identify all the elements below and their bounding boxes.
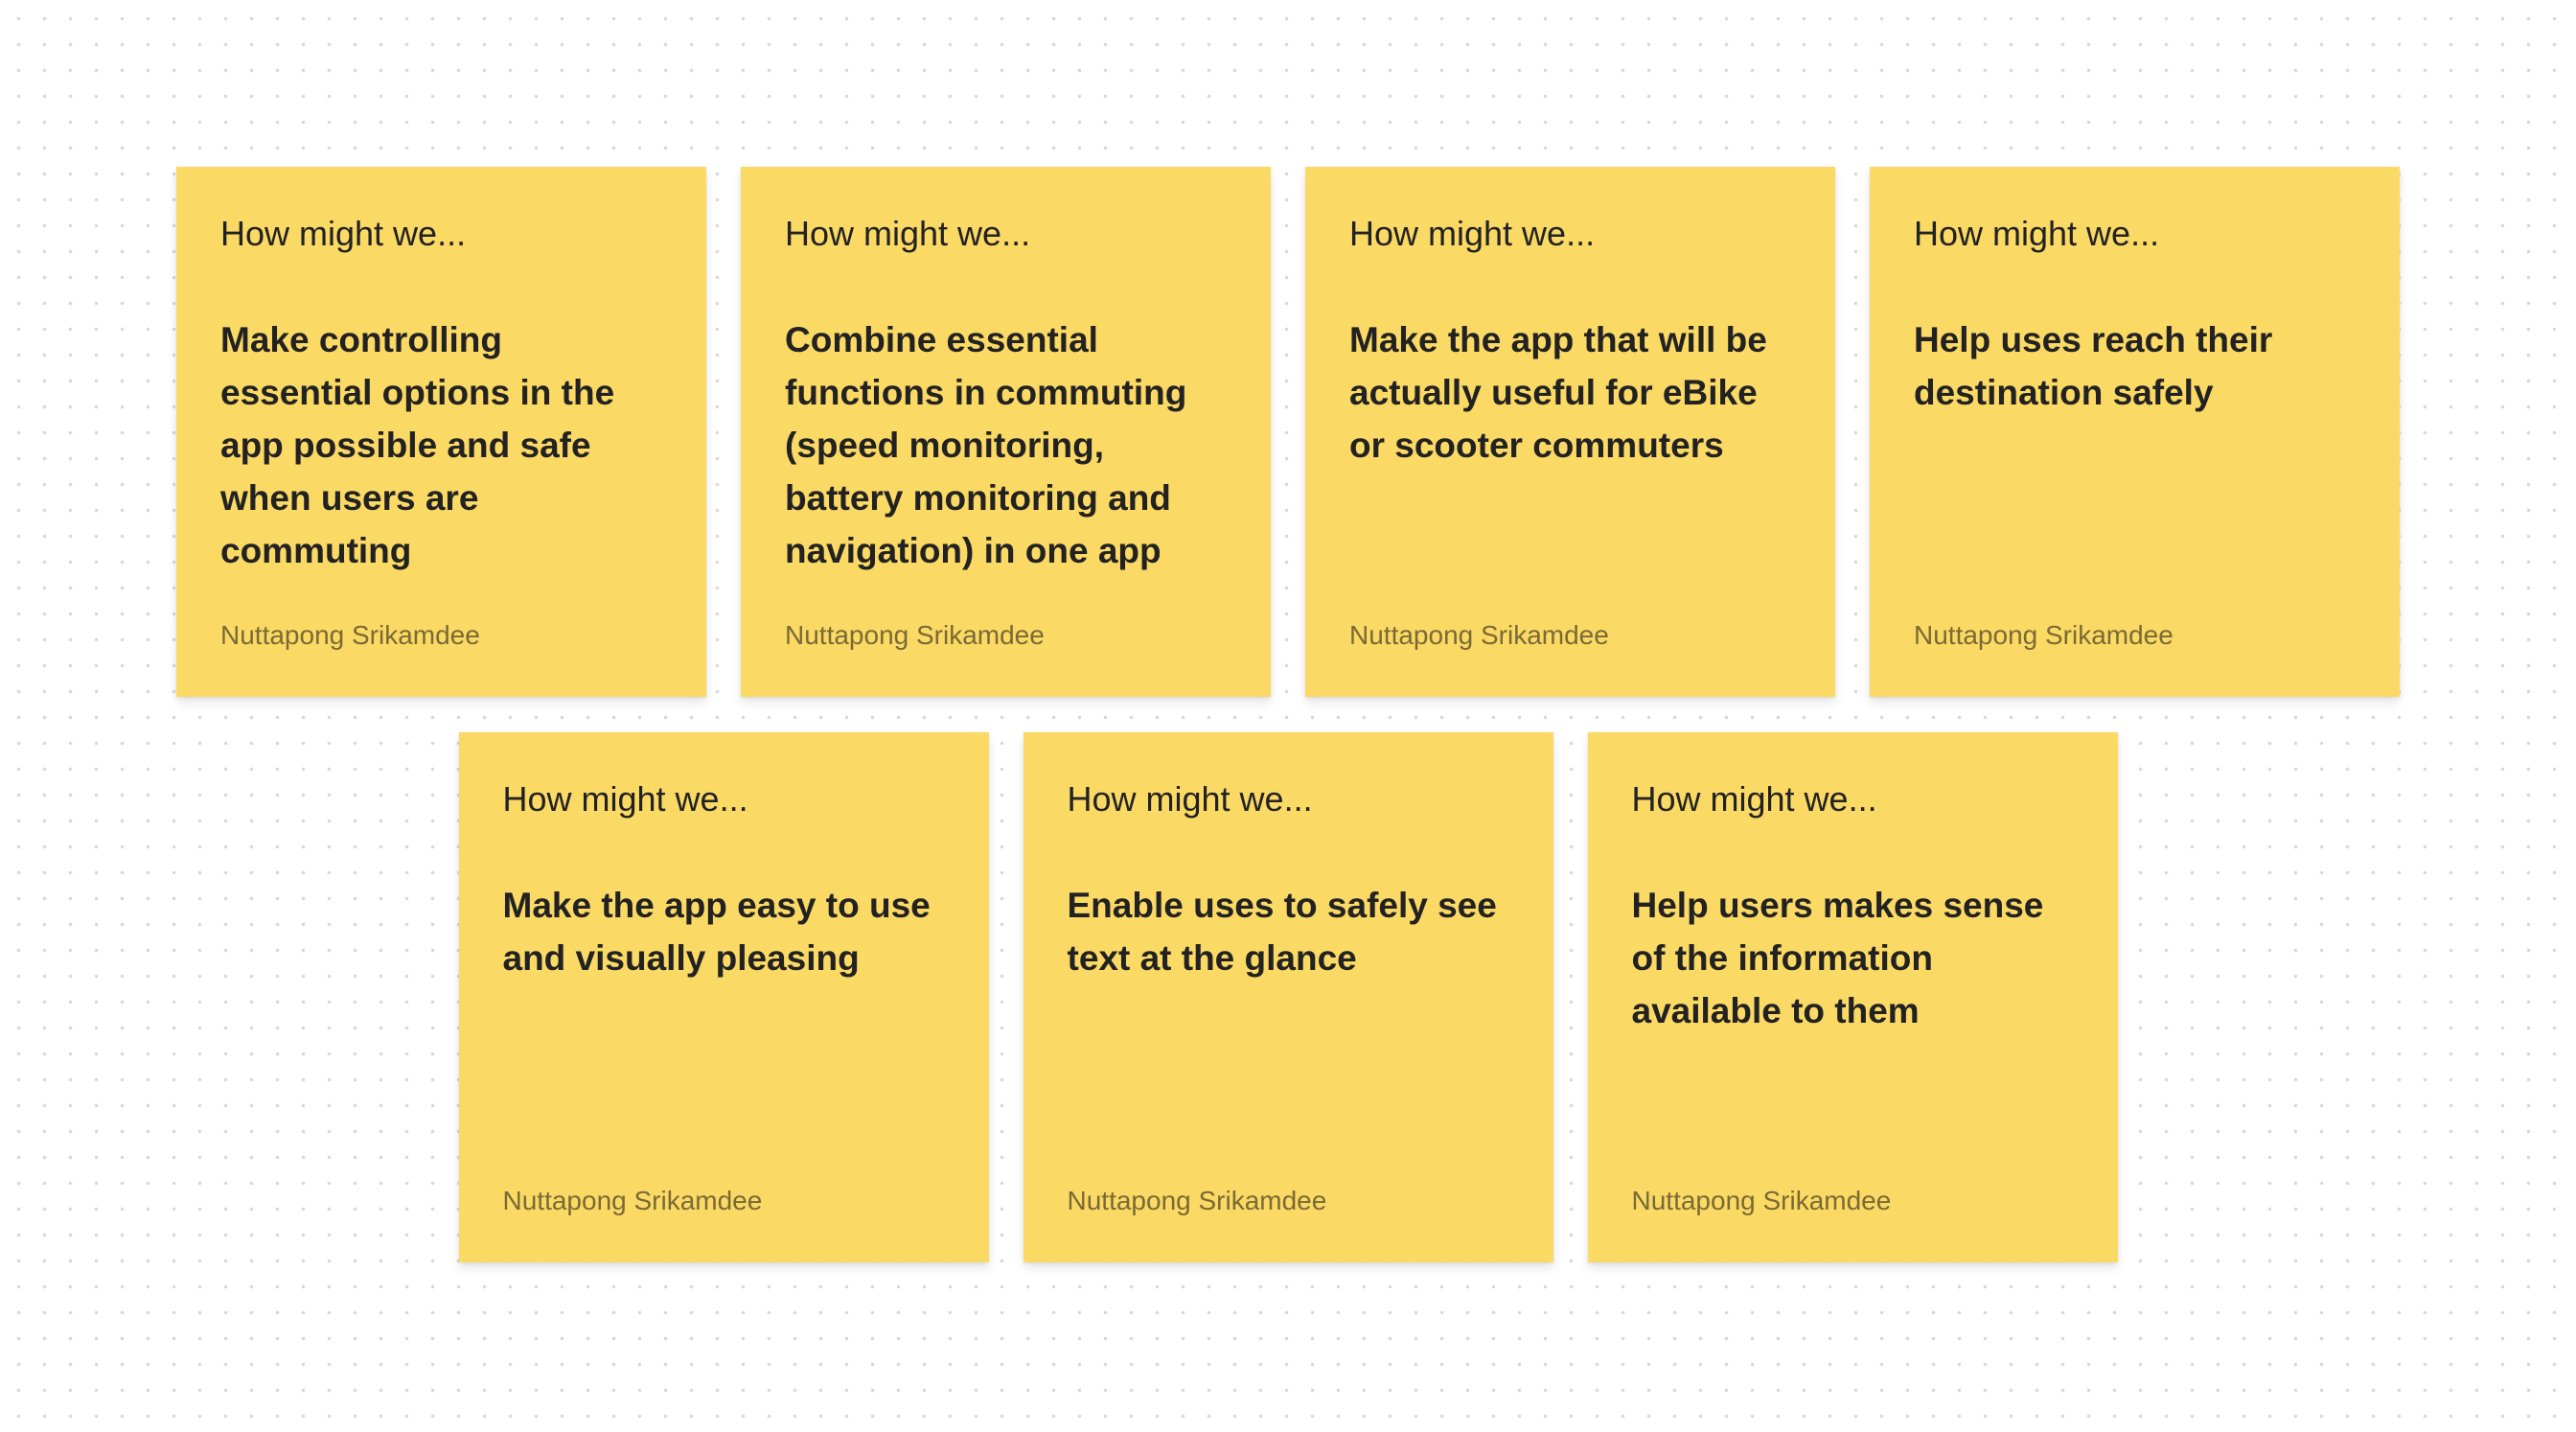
note-text: Help users makes sense of the informatio…	[1631, 886, 2044, 1031]
note-prompt: How might we...	[502, 779, 748, 819]
note-author: Nuttapong Srikamdee	[785, 620, 1045, 650]
note-prompt: How might we...	[785, 214, 1031, 253]
note-author: Nuttapong Srikamdee	[1631, 1186, 1892, 1215]
sticky-row-1: How might we... Make controlling essenti…	[0, 167, 2576, 697]
sticky-note[interactable]: How might we... Help users makes sense o…	[1587, 732, 2118, 1262]
sticky-note[interactable]: How might we... Make the app that will b…	[1305, 167, 1835, 697]
note-text: Make controlling essential options in th…	[220, 320, 615, 571]
sticky-row-2: How might we... Make the app easy to use…	[0, 732, 2576, 1262]
note-prompt: How might we...	[1349, 214, 1596, 253]
note-text: Make the app easy to use and visually pl…	[502, 886, 931, 979]
note-author: Nuttapong Srikamdee	[1349, 620, 1609, 650]
note-author: Nuttapong Srikamdee	[1067, 1186, 1327, 1215]
note-author: Nuttapong Srikamdee	[220, 620, 480, 650]
note-prompt: How might we...	[220, 214, 467, 253]
note-prompt: How might we...	[1631, 779, 1877, 819]
whiteboard-canvas[interactable]: How might we... Make controlling essenti…	[0, 0, 2576, 1432]
sticky-note[interactable]: How might we... Combine essential functi…	[741, 167, 1271, 697]
sticky-note[interactable]: How might we... Help uses reach their de…	[1870, 167, 2400, 697]
note-author: Nuttapong Srikamdee	[502, 1186, 763, 1215]
note-prompt: How might we...	[1914, 214, 2160, 253]
note-prompt: How might we...	[1067, 779, 1313, 819]
note-text: Enable uses to safely see text at the gl…	[1067, 886, 1497, 979]
note-author: Nuttapong Srikamdee	[1914, 620, 2174, 650]
sticky-note[interactable]: How might we... Make the app easy to use…	[458, 732, 989, 1262]
note-text: Make the app that will be actually usefu…	[1349, 320, 1767, 466]
sticky-note[interactable]: How might we... Make controlling essenti…	[176, 167, 706, 697]
note-text: Combine essential functions in commuting…	[785, 320, 1187, 571]
note-text: Help uses reach their destination safely	[1914, 320, 2273, 413]
sticky-note[interactable]: How might we... Enable uses to safely se…	[1023, 732, 1553, 1262]
